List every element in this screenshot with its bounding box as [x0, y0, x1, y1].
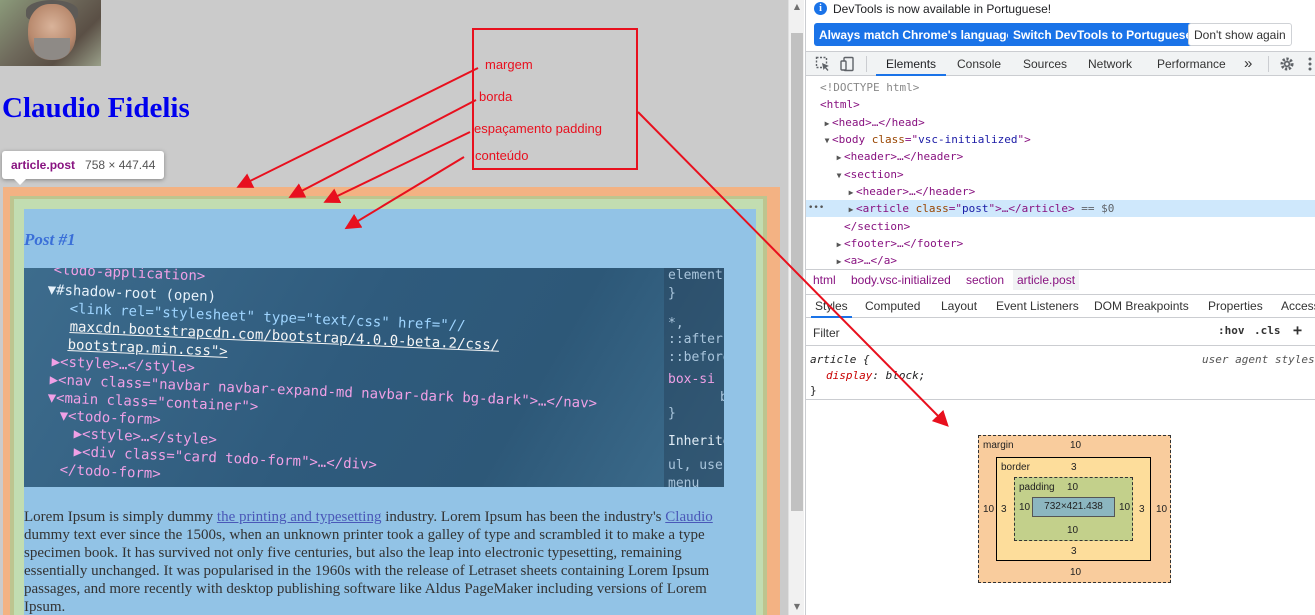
box-model-border[interactable]: border 3 3 3 3 padding 10 10 10 10 732×4…: [996, 457, 1151, 561]
breadcrumb-section[interactable]: section: [962, 270, 1008, 290]
annotation-margin: margem: [485, 57, 533, 72]
padding-bottom-value: 10: [1067, 525, 1079, 536]
tooltip-tag: article.post: [11, 158, 76, 172]
always-match-language-button[interactable]: Always match Chrome's language: [814, 23, 1019, 46]
tree-node-body[interactable]: ▼ <body class="vsc-initialized">: [806, 131, 1315, 148]
breadcrumb-article[interactable]: article.post: [1013, 270, 1080, 290]
border-right-value: 3: [1139, 504, 1145, 515]
scrollbar-thumb[interactable]: [791, 33, 803, 511]
border-bottom-value: 3: [1071, 546, 1077, 557]
scroll-up-icon[interactable]: ▲: [792, 2, 802, 12]
tab-network[interactable]: Network: [1088, 52, 1132, 76]
styles-filter-input[interactable]: [810, 323, 1208, 342]
rule-close-brace: }: [810, 384, 817, 397]
info-message: DevTools is now available in Portuguese!: [833, 1, 1052, 16]
more-options-icon[interactable]: [1302, 56, 1315, 72]
code-line: </todo-form>: [59, 462, 162, 483]
page-scrollbar[interactable]: ▲ ▼: [788, 0, 804, 615]
rule-source: user agent styles: [1202, 353, 1315, 366]
tab-performance[interactable]: Performance: [1157, 52, 1226, 76]
post-title: Post #1: [24, 230, 76, 249]
class-toggle[interactable]: .cls: [1254, 324, 1281, 337]
tab-dom-breakpoints[interactable]: DOM Breakpoints: [1094, 295, 1189, 318]
border-left-value: 3: [1001, 504, 1007, 515]
annotation-content: conteúdo: [475, 148, 529, 163]
site-title[interactable]: Claudio Fidelis: [2, 92, 190, 125]
tab-properties[interactable]: Properties: [1208, 295, 1263, 318]
border-top-value: 3: [1071, 462, 1077, 473]
margin-left-value: 10: [983, 504, 995, 515]
avatar: [0, 0, 101, 66]
styles-subtab-bar: Styles Computed Layout Event Listeners D…: [806, 294, 1315, 318]
hover-state-toggle[interactable]: :hov: [1218, 324, 1245, 337]
elements-dom-tree: <!DOCTYPE html> <html> ▶ <head>…</head> ▼…: [806, 77, 1315, 269]
new-style-rule-button[interactable]: +: [1293, 321, 1302, 339]
tree-node-header[interactable]: ▶ <header>…</header>: [806, 148, 1315, 165]
dom-breadcrumb: html body.vsc-initialized section articl…: [806, 269, 1315, 290]
box-model-content[interactable]: 732×421.438: [1032, 497, 1115, 517]
box-model-margin[interactable]: margin 10 10 10 10 border 3 3 3 3 paddin…: [978, 435, 1171, 583]
padding-left-value: 10: [1019, 502, 1031, 513]
styles-filter-row: :hov .cls +: [806, 319, 1315, 346]
devtools-tab-bar: Elements Console Sources Network Perform…: [806, 51, 1315, 76]
rule-declaration[interactable]: display: block;: [826, 368, 925, 383]
tree-node-html[interactable]: <html>: [806, 96, 1315, 113]
link-claudio[interactable]: Claudio: [665, 509, 713, 525]
tab-event-listeners[interactable]: Event Listeners: [996, 295, 1079, 318]
tab-computed[interactable]: Computed: [865, 295, 920, 318]
tab-accessibility[interactable]: Access: [1281, 295, 1315, 318]
page-viewport: Claudio Fidelis Post #1 <todo-applicatio…: [0, 0, 788, 615]
code-line: <todo-application>: [53, 268, 206, 285]
margin-top-value: 10: [1070, 440, 1082, 451]
tab-sources[interactable]: Sources: [1023, 52, 1067, 76]
code-screenshot-image: <todo-application> ▼#shadow-root (open) …: [24, 268, 724, 487]
dont-show-again-button[interactable]: Don't show again: [1188, 23, 1292, 46]
tree-node-article-selected[interactable]: ••• ▶ <article class="post">…</article> =…: [806, 200, 1315, 217]
breadcrumb-html[interactable]: html: [809, 270, 840, 290]
tree-node-doctype[interactable]: <!DOCTYPE html>: [806, 79, 1315, 96]
inspect-element-icon[interactable]: [815, 56, 831, 72]
device-toolbar-icon[interactable]: [840, 56, 856, 72]
margin-bottom-value: 10: [1070, 567, 1082, 578]
tree-node-section[interactable]: ▼ <section>: [806, 166, 1315, 183]
tree-node-section-header[interactable]: ▶ <header>…</header>: [806, 183, 1315, 200]
tree-node-anchor[interactable]: ▶ <a>…</a>: [806, 252, 1315, 269]
style-rule-article: article { user agent styles display: blo…: [806, 348, 1315, 400]
info-icon: i: [814, 2, 827, 15]
code-side-panel: element. } *, ::after, ::before box-si b…: [664, 268, 724, 487]
box-model-padding[interactable]: padding 10 10 10 10 732×421.438: [1014, 477, 1133, 541]
tab-layout[interactable]: Layout: [941, 295, 977, 318]
post-body-text: Lorem Ipsum is simply dummy the printing…: [24, 509, 713, 615]
element-inspect-tooltip: article.post 758 × 447.44: [2, 151, 165, 185]
tree-node-head[interactable]: ▶ <head>…</head>: [806, 114, 1315, 131]
more-tabs-button[interactable]: »: [1244, 52, 1252, 76]
tooltip-dimensions: 758 × 447.44: [85, 158, 156, 172]
tree-node-section-close[interactable]: </section>: [806, 218, 1315, 235]
rule-selector: article {: [810, 353, 870, 366]
margin-right-value: 10: [1156, 504, 1168, 515]
annotation-padding: espaçamento padding: [474, 121, 602, 136]
tree-node-footer[interactable]: ▶ <footer>…</footer>: [806, 235, 1315, 252]
tab-elements[interactable]: Elements: [876, 52, 947, 76]
devtools-panel: i DevTools is now available in Portugues…: [805, 0, 1315, 615]
padding-top-value: 10: [1067, 482, 1079, 493]
node-actions-icon[interactable]: •••: [808, 200, 824, 217]
tab-styles[interactable]: Styles: [811, 295, 852, 318]
settings-gear-icon[interactable]: [1279, 56, 1295, 72]
padding-right-value: 10: [1119, 502, 1131, 513]
scroll-down-icon[interactable]: ▼: [792, 602, 802, 612]
tab-console[interactable]: Console: [957, 52, 1001, 76]
link-printing-typesetting[interactable]: the printing and typesetting: [217, 509, 382, 525]
switch-to-portuguese-button[interactable]: Switch DevTools to Portuguese: [1008, 23, 1198, 46]
annotation-border: borda: [479, 89, 513, 104]
breadcrumb-body[interactable]: body.vsc-initialized: [847, 270, 955, 290]
language-info-bar: i DevTools is now available in Portugues…: [806, 0, 1315, 17]
